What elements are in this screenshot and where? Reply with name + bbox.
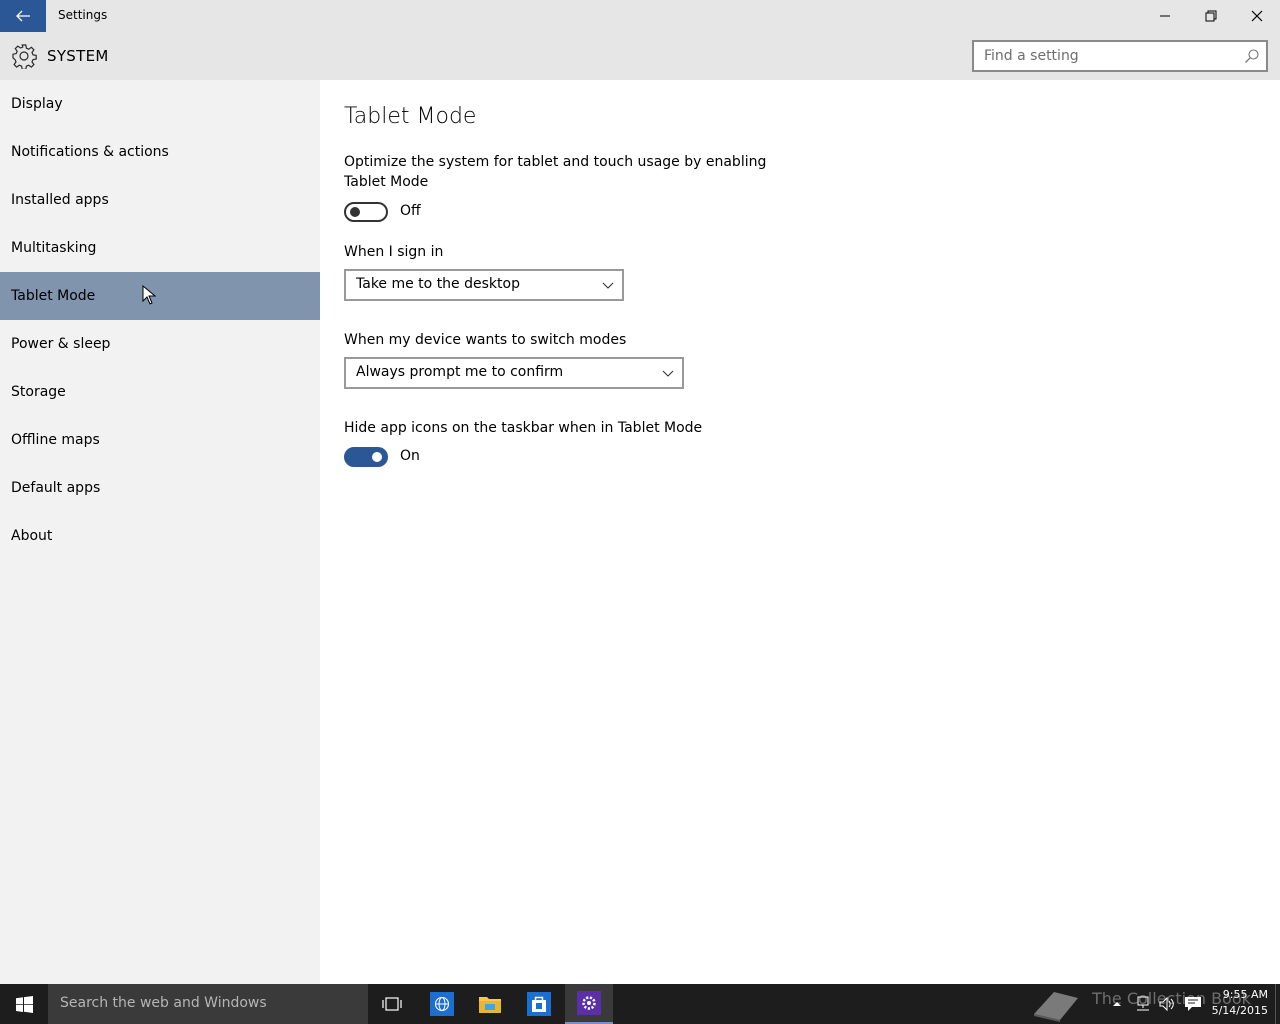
title-bar: Settings — [0, 0, 1280, 32]
sidebar-item-multitasking[interactable]: Multitasking — [0, 224, 320, 272]
store-bag-icon — [527, 992, 551, 1016]
hide-icons-label: Hide app icons on the taskbar when in Ta… — [344, 420, 703, 436]
chevron-down-icon — [662, 370, 674, 377]
back-button[interactable] — [0, 0, 46, 32]
task-view-icon — [382, 997, 402, 1011]
show-desktop-button[interactable] — [1275, 984, 1276, 1024]
tray-overflow-button[interactable] — [1108, 994, 1126, 1014]
taskbar-search-placeholder: Search the web and Windows — [60, 995, 267, 1011]
action-center-icon — [1185, 997, 1201, 1011]
switch-modes-label: When my device wants to switch modes — [344, 332, 627, 348]
back-arrow-icon — [16, 10, 30, 22]
sidebar: Display Notifications & actions Installe… — [0, 80, 320, 984]
watermark-book-icon — [1034, 992, 1078, 1022]
taskbar-settings-button[interactable] — [565, 984, 613, 1024]
minimize-button[interactable] — [1142, 0, 1188, 32]
sidebar-item-offline-maps[interactable]: Offline maps — [0, 416, 320, 464]
hide-icons-state: On — [400, 448, 420, 464]
taskbar-store-button[interactable] — [515, 984, 563, 1024]
windows-logo-icon — [15, 995, 33, 1013]
clock-date: 5/14/2015 — [1211, 1004, 1268, 1017]
clock-time: 9:55 AM — [1222, 988, 1268, 1001]
content-pane: Tablet Mode Optimize the system for tabl… — [320, 80, 1280, 984]
close-button[interactable] — [1234, 0, 1280, 32]
globe-icon — [430, 992, 454, 1016]
close-icon — [1251, 10, 1263, 22]
search-icon[interactable] — [1244, 48, 1260, 64]
sidebar-item-about[interactable]: About — [0, 512, 320, 560]
network-icon — [1137, 996, 1149, 1011]
taskbar-clock[interactable]: 9:55 AM 5/14/2015 — [1210, 987, 1268, 1019]
sidebar-item-installed-apps[interactable]: Installed apps — [0, 176, 320, 224]
tablet-mode-toggle[interactable] — [344, 202, 388, 222]
switch-modes-selected-value: Always prompt me to confirm — [356, 364, 564, 380]
sidebar-item-tablet-mode[interactable]: Tablet Mode — [0, 272, 320, 320]
sign-in-dropdown[interactable]: Take me to the desktop — [344, 269, 624, 301]
taskbar-browser-button[interactable] — [418, 984, 466, 1024]
tablet-mode-state: Off — [400, 203, 421, 219]
chevron-down-icon — [602, 282, 614, 289]
search-box[interactable] — [972, 40, 1268, 72]
sidebar-item-power-sleep[interactable]: Power & sleep — [0, 320, 320, 368]
sidebar-item-notifications[interactable]: Notifications & actions — [0, 128, 320, 176]
toggle-knob — [372, 452, 382, 462]
sidebar-item-default-apps[interactable]: Default apps — [0, 464, 320, 512]
taskbar-file-explorer-button[interactable] — [466, 984, 514, 1024]
restore-button[interactable] — [1188, 0, 1234, 32]
window-title: Settings — [58, 8, 108, 22]
taskbar-search-box[interactable]: Search the web and Windows — [48, 984, 368, 1024]
hide-icons-toggle[interactable] — [344, 447, 388, 467]
switch-modes-dropdown[interactable]: Always prompt me to confirm — [344, 357, 684, 389]
tablet-mode-description: Optimize the system for tablet and touch… — [344, 154, 767, 190]
volume-icon — [1159, 996, 1174, 1012]
settings-gear-icon — [577, 991, 601, 1015]
folder-icon — [479, 997, 501, 1013]
restore-icon — [1205, 10, 1217, 22]
chevron-up-icon — [1113, 1002, 1121, 1006]
task-view-button[interactable] — [368, 984, 416, 1024]
taskbar: Search the web and Windows The Collectio… — [0, 984, 1280, 1024]
page-title: Tablet Mode — [344, 104, 477, 129]
section-title: SYSTEM — [47, 47, 109, 65]
mouse-cursor-icon — [142, 285, 156, 305]
find-setting-input[interactable] — [974, 42, 1234, 70]
sign-in-selected-value: Take me to the desktop — [356, 276, 520, 292]
tray-volume-button[interactable] — [1158, 994, 1176, 1014]
sidebar-item-storage[interactable]: Storage — [0, 368, 320, 416]
sign-in-label: When I sign in — [344, 244, 444, 260]
settings-header: SYSTEM — [0, 32, 1280, 80]
tray-network-button[interactable] — [1134, 994, 1152, 1014]
sidebar-item-display[interactable]: Display — [0, 80, 320, 128]
start-button[interactable] — [0, 984, 48, 1024]
toggle-knob — [350, 207, 360, 217]
tray-action-center-button[interactable] — [1184, 994, 1202, 1014]
gear-icon — [11, 43, 37, 70]
minimize-icon — [1160, 15, 1170, 17]
